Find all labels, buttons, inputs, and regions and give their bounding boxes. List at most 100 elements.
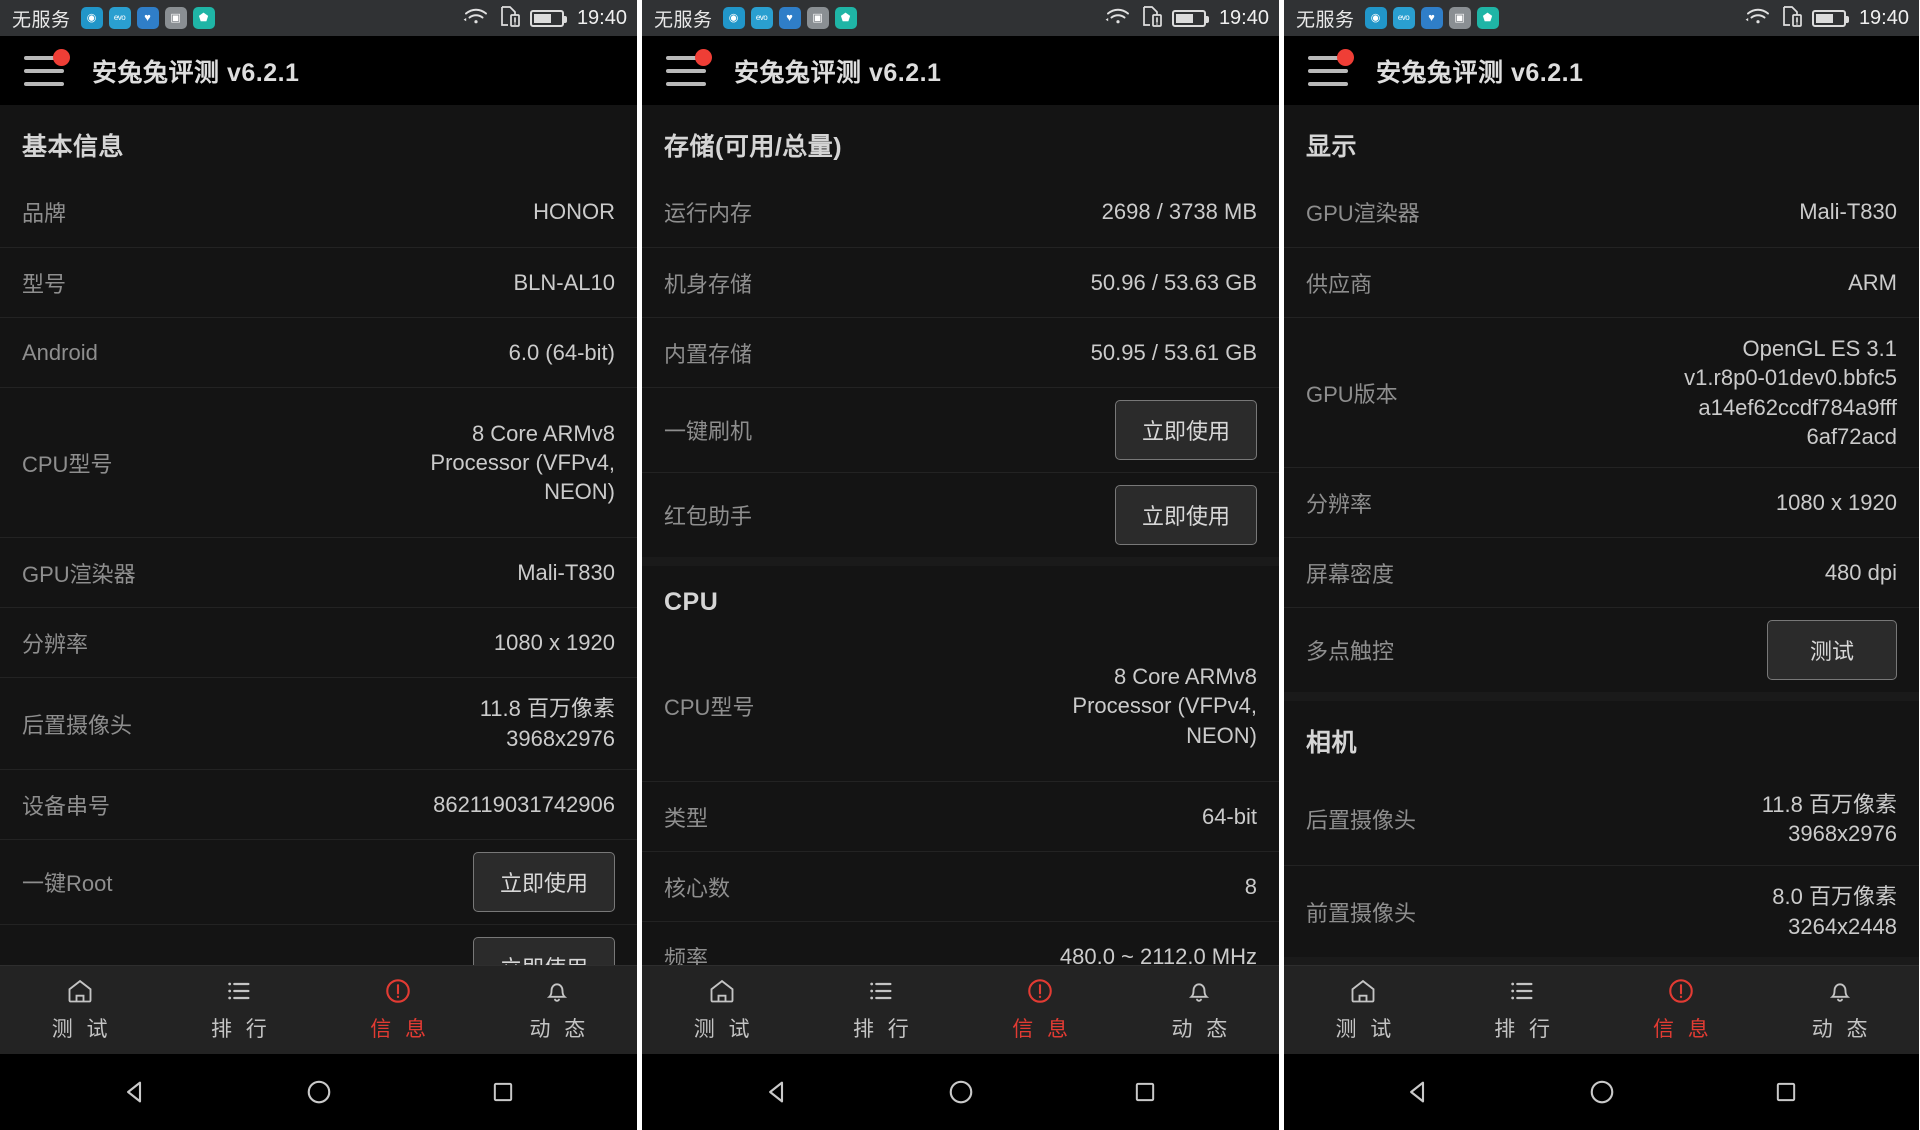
info-row[interactable]: 后置摄像头 11.8 百万像素 3968x2976	[1284, 773, 1919, 865]
row-label: 前置摄像头	[1306, 900, 1417, 926]
info-row[interactable]: 一键Root 立即使用	[0, 839, 637, 924]
sim-alert-icon	[1781, 4, 1803, 33]
hamburger-menu-icon[interactable]	[666, 48, 712, 86]
info-row[interactable]: GPU渲染器 Mali-T830	[1284, 177, 1919, 247]
row-label: Android	[22, 339, 98, 365]
hamburger-menu-icon[interactable]	[24, 48, 70, 86]
info-row[interactable]: CPU型号 8 Core ARMv8 Processor (VFPv4, NEON…	[642, 631, 1279, 781]
tab-label: 排 行	[852, 1018, 913, 1041]
info-circle-icon	[1667, 977, 1695, 1005]
tab-label: 信 息	[370, 1018, 431, 1041]
status-notification-icons: ◉ evo ♥ ▣ ⬟	[1364, 7, 1499, 29]
row-value: 6.0 (64-bit)	[508, 339, 615, 365]
tab-home[interactable]: 测 试	[1284, 966, 1443, 1054]
tab-label: 排 行	[1494, 1018, 1555, 1041]
tab-label: 动 态	[1811, 1018, 1872, 1041]
row-value: 2698 / 3738 MB	[1101, 199, 1257, 225]
back-button[interactable]	[118, 1075, 152, 1109]
info-card: 存储(可用/总量) 运行内存 2698 / 3738 MB 机身存储 50.96 /…	[642, 105, 1279, 557]
shield-icon: ⬟	[192, 7, 215, 29]
status-notification-icons: ◉ evo ♥ ▣ ⬟	[80, 7, 215, 29]
scroll-content[interactable]: 基本信息 品牌 HONOR 型号 BLN-AL10 Android 6.0 (64-b…	[0, 105, 637, 965]
row-label: 频率	[664, 945, 709, 966]
info-row[interactable]: 后置摄像头 11.8 百万像素 3968x2976	[0, 677, 637, 769]
row-label: 后置摄像头	[1306, 808, 1417, 833]
row-value: BLN-AL10	[513, 269, 615, 295]
back-button[interactable]	[760, 1075, 794, 1109]
info-row[interactable]: 一键刷机 立即使用	[642, 387, 1279, 472]
action-button[interactable]: 立即使用	[1114, 400, 1257, 460]
info-row[interactable]: 多点触控 测试	[1284, 607, 1919, 692]
info-row[interactable]: 屏幕密度 480 dpi	[1284, 537, 1919, 607]
tab-bell[interactable]: 动 态	[478, 966, 637, 1054]
tab-info-circle[interactable]: 信 息	[319, 966, 478, 1054]
tab-label: 信 息	[1652, 1018, 1713, 1041]
info-row[interactable]: 立即使用	[0, 924, 637, 965]
row-value: 8 Core ARMv8 Processor (VFPv4, NEON)	[430, 420, 615, 505]
info-row[interactable]: 分辨率 1080 x 1920	[1284, 467, 1919, 537]
tab-list[interactable]: 排 行	[1443, 966, 1602, 1054]
row-value: ARM	[1848, 269, 1897, 295]
info-row[interactable]: 类型 64-bit	[642, 781, 1279, 851]
clock-label: 19:40	[1858, 6, 1909, 29]
tab-label: 动 态	[529, 1018, 590, 1041]
info-circle-icon	[1026, 977, 1054, 1005]
tab-home[interactable]: 测 试	[642, 966, 801, 1054]
info-row[interactable]: 内置存储 50.95 / 53.61 GB	[642, 317, 1279, 387]
gallery-icon: ▣	[806, 7, 829, 29]
action-button[interactable]: 立即使用	[472, 937, 615, 965]
tab-bell[interactable]: 动 态	[1120, 966, 1279, 1054]
info-row[interactable]: 机身存储 50.96 / 53.63 GB	[642, 247, 1279, 317]
screenshot-stage: 无服务 ◉ evo ♥ ▣ ⬟ 19:40 安兔兔评测 v6.2.1 基本信息 品牌 HO…	[0, 0, 1920, 1130]
info-row[interactable]: 设备串号 862119031742906	[0, 769, 637, 839]
app-bar: 安兔兔评测 v6.2.1	[0, 36, 637, 105]
tab-info-circle[interactable]: 信 息	[1602, 966, 1761, 1054]
action-button[interactable]: 测试	[1767, 620, 1897, 680]
row-label: 供应商	[1306, 271, 1373, 297]
clock-label: 19:40	[1218, 6, 1269, 29]
sim-alert-icon	[499, 4, 521, 33]
android-navigation-bar	[642, 1054, 1279, 1130]
info-row[interactable]: CPU型号 8 Core ARMv8 Processor (VFPv4, NEON…	[0, 387, 637, 537]
info-row[interactable]: 红包助手 立即使用	[642, 472, 1279, 557]
notification-badge-dot	[1337, 48, 1354, 66]
action-button[interactable]: 立即使用	[1114, 485, 1257, 545]
info-row[interactable]: 运行内存 2698 / 3738 MB	[642, 177, 1279, 247]
info-row[interactable]: 品牌 HONOR	[0, 177, 637, 247]
info-row[interactable]: 前置摄像头 8.0 百万像素 3264x2448	[1284, 865, 1919, 957]
row-label: 一键Root	[22, 871, 113, 896]
tab-bell[interactable]: 动 态	[1760, 966, 1919, 1054]
info-row[interactable]: GPU渲染器 Mali-T830	[0, 537, 637, 607]
home-button[interactable]	[1585, 1075, 1619, 1109]
tab-home[interactable]: 测 试	[0, 966, 159, 1054]
back-button[interactable]	[1401, 1075, 1435, 1109]
hamburger-menu-icon[interactable]	[1308, 48, 1354, 86]
status-notification-icons: ◉ evo ♥ ▣ ⬟	[722, 7, 857, 29]
info-row[interactable]: 供应商 ARM	[1284, 247, 1919, 317]
info-row[interactable]: Android 6.0 (64-bit)	[0, 317, 637, 387]
tab-info-circle[interactable]: 信 息	[961, 966, 1120, 1054]
row-label: 后置摄像头	[22, 712, 133, 738]
row-value: 11.8 百万像素 3968x2976	[1761, 791, 1897, 846]
heartbeat-icon: ♥	[1420, 7, 1443, 29]
recents-button[interactable]	[1769, 1075, 1803, 1109]
tab-list[interactable]: 排 行	[801, 966, 960, 1054]
info-row[interactable]: 分辨率 1080 x 1920	[0, 607, 637, 677]
row-value: 50.96 / 53.63 GB	[1090, 269, 1257, 295]
scroll-content[interactable]: 存储(可用/总量) 运行内存 2698 / 3738 MB 机身存储 50.96 /…	[642, 105, 1279, 965]
sim-alert-icon	[1141, 4, 1163, 33]
tab-list[interactable]: 排 行	[159, 966, 318, 1054]
info-row[interactable]: 核心数 8	[642, 851, 1279, 921]
recents-button[interactable]	[486, 1075, 520, 1109]
shield-icon: ⬟	[1476, 7, 1499, 29]
home-button[interactable]	[302, 1075, 336, 1109]
info-row[interactable]: 频率 480.0 ~ 2112.0 MHz	[642, 921, 1279, 965]
info-row[interactable]: GPU版本 OpenGL ES 3.1 v1.r8p0-01dev0.bbfc5 …	[1284, 317, 1919, 467]
info-row[interactable]: 型号 BLN-AL10	[0, 247, 637, 317]
home-button[interactable]	[944, 1075, 978, 1109]
page-title: 安兔兔评测 v6.2.1	[92, 58, 300, 87]
recents-button[interactable]	[1128, 1075, 1162, 1109]
app-bar: 安兔兔评测 v6.2.1	[1284, 36, 1919, 105]
action-button[interactable]: 立即使用	[472, 852, 615, 912]
scroll-content[interactable]: 显示 GPU渲染器 Mali-T830 供应商 ARM GPU版本 OpenGL ES…	[1284, 105, 1919, 965]
